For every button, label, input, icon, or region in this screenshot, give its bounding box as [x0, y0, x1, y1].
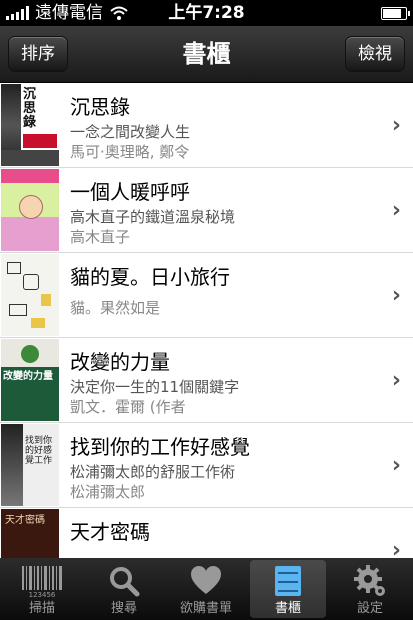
barcode-icon: 123456: [4, 564, 80, 598]
book-subtitle: 決定你一生的11個關鍵字: [70, 378, 240, 396]
book-title: 一個人暖呼呼: [70, 180, 190, 204]
book-row[interactable]: 改變的力量 改變的力量 決定你一生的11個關鍵字 凱文．霍爾 (作者 ›: [0, 338, 413, 423]
tab-settings[interactable]: 設定: [332, 560, 408, 618]
book-row[interactable]: 沉思錄 沉思錄 一念之間改變人生 馬可·奧理略, 鄭令 ›: [0, 83, 413, 168]
search-icon: [86, 564, 162, 598]
book-cover: 改變的力量: [1, 339, 59, 421]
tab-wishlist[interactable]: 欲購書單: [168, 560, 244, 618]
chevron-right-icon: ›: [391, 283, 401, 308]
book-cover: 找到你的好感覺工作: [1, 424, 59, 506]
book-cover: [1, 254, 59, 336]
book-title: 找到你的工作好感覺: [70, 435, 250, 459]
book-row[interactable]: 一個人暖呼呼 高木直子的鐵道溫泉秘境 高木直子 ›: [0, 168, 413, 253]
book-title: 改變的力量: [70, 350, 170, 374]
book-row[interactable]: 天才密碼 天才密碼 ›: [0, 508, 413, 558]
status-bar: 遠傳電信 上午7:28: [0, 0, 413, 26]
tab-label: 設定: [356, 601, 383, 616]
book-author: 馬可·奧理略, 鄭令: [70, 143, 190, 161]
book-title: 貓的夏。日小旅行: [70, 265, 230, 289]
tab-label: 搜尋: [110, 601, 137, 616]
book-subtitle: 松浦彌太郎的舒服工作術: [70, 463, 236, 481]
book-title: 沉思錄: [70, 95, 130, 119]
book-cover: [1, 169, 59, 251]
book-author: 高木直子: [70, 228, 131, 246]
chevron-right-icon: ›: [391, 113, 401, 138]
battery-icon: [381, 7, 410, 20]
chevron-right-icon: ›: [391, 368, 401, 393]
navigation-bar: 排序 書櫃 檢視: [0, 26, 413, 83]
heart-icon: [168, 564, 244, 598]
chevron-right-icon: ›: [391, 538, 401, 558]
book-title: 天才密碼: [70, 520, 150, 544]
chevron-right-icon: ›: [391, 198, 401, 223]
book-subtitle: 一念之間改變人生: [70, 123, 191, 141]
clock: 上午7:28: [168, 3, 245, 23]
chevron-right-icon: ›: [391, 453, 401, 478]
tab-label: 掃描: [28, 601, 55, 616]
cover-title: 改變的力量: [3, 371, 53, 382]
book-row[interactable]: 貓的夏。日小旅行 貓。果然如是 ›: [0, 253, 413, 338]
book-cover: 沉思錄: [1, 84, 59, 166]
book-author: 凱文．霍爾 (作者: [70, 398, 186, 416]
tab-search[interactable]: 搜尋: [86, 560, 162, 618]
bookshelf-list: 沉思錄 沉思錄 一念之間改變人生 馬可·奧理略, 鄭令 › 一個人暖呼呼 高木直…: [0, 83, 413, 558]
tab-label: 欲購書單: [179, 601, 232, 616]
view-button[interactable]: 檢視: [345, 36, 405, 72]
book-subtitle: 高木直子的鐵道溫泉秘境: [70, 208, 236, 226]
tab-scan[interactable]: 123456 掃描: [4, 560, 80, 618]
tab-bar: 123456 掃描 搜尋 欲購書單 書櫃 設定: [0, 558, 413, 620]
book-author: 貓。果然如是: [70, 299, 161, 317]
tab-bookshelf[interactable]: 書櫃: [250, 560, 326, 618]
book-row[interactable]: 找到你的好感覺工作 找到你的工作好感覺 松浦彌太郎的舒服工作術 松浦彌太郎 ›: [0, 423, 413, 508]
book-author: 松浦彌太郎: [70, 483, 146, 501]
tab-label: 書櫃: [274, 601, 301, 616]
bookshelf-icon: [250, 564, 326, 598]
cover-title: 天才密碼: [5, 515, 45, 526]
book-cover: 天才密碼: [1, 509, 59, 558]
gear-icon: [332, 564, 408, 598]
